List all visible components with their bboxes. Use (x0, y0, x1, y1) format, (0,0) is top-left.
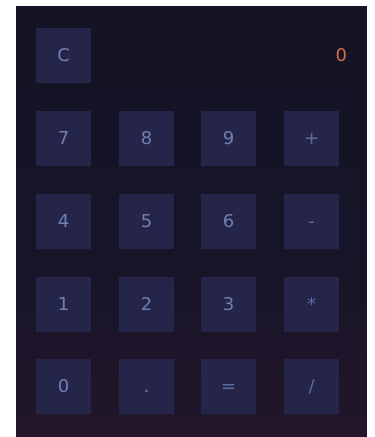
key-5[interactable]: 5 (119, 194, 174, 249)
key-equals[interactable]: = (201, 359, 256, 414)
key-plus[interactable]: + (284, 111, 339, 166)
key-6[interactable]: 6 (201, 194, 256, 249)
key-divide[interactable]: / (284, 359, 339, 414)
key-row-2: 4 5 6 - (16, 194, 367, 249)
key-multiply[interactable]: * (284, 277, 339, 332)
key-0[interactable]: 0 (36, 359, 91, 414)
key-3[interactable]: 3 (201, 277, 256, 332)
top-row: C 0 (16, 28, 367, 83)
key-4[interactable]: 4 (36, 194, 91, 249)
key-1[interactable]: 1 (36, 277, 91, 332)
clear-button[interactable]: C (36, 28, 91, 83)
key-9[interactable]: 9 (201, 111, 256, 166)
display-value: 0 (335, 45, 347, 66)
key-2[interactable]: 2 (119, 277, 174, 332)
key-row-3: 1 2 3 * (16, 277, 367, 332)
key-8[interactable]: 8 (119, 111, 174, 166)
key-minus[interactable]: - (284, 194, 339, 249)
key-7[interactable]: 7 (36, 111, 91, 166)
key-row-1: 7 8 9 + (16, 111, 367, 166)
key-decimal[interactable]: . (119, 359, 174, 414)
key-row-4: 0 . = / (16, 359, 367, 414)
calculator: C 0 7 8 9 + 4 5 6 - 1 2 3 * 0 . = / (16, 6, 367, 437)
